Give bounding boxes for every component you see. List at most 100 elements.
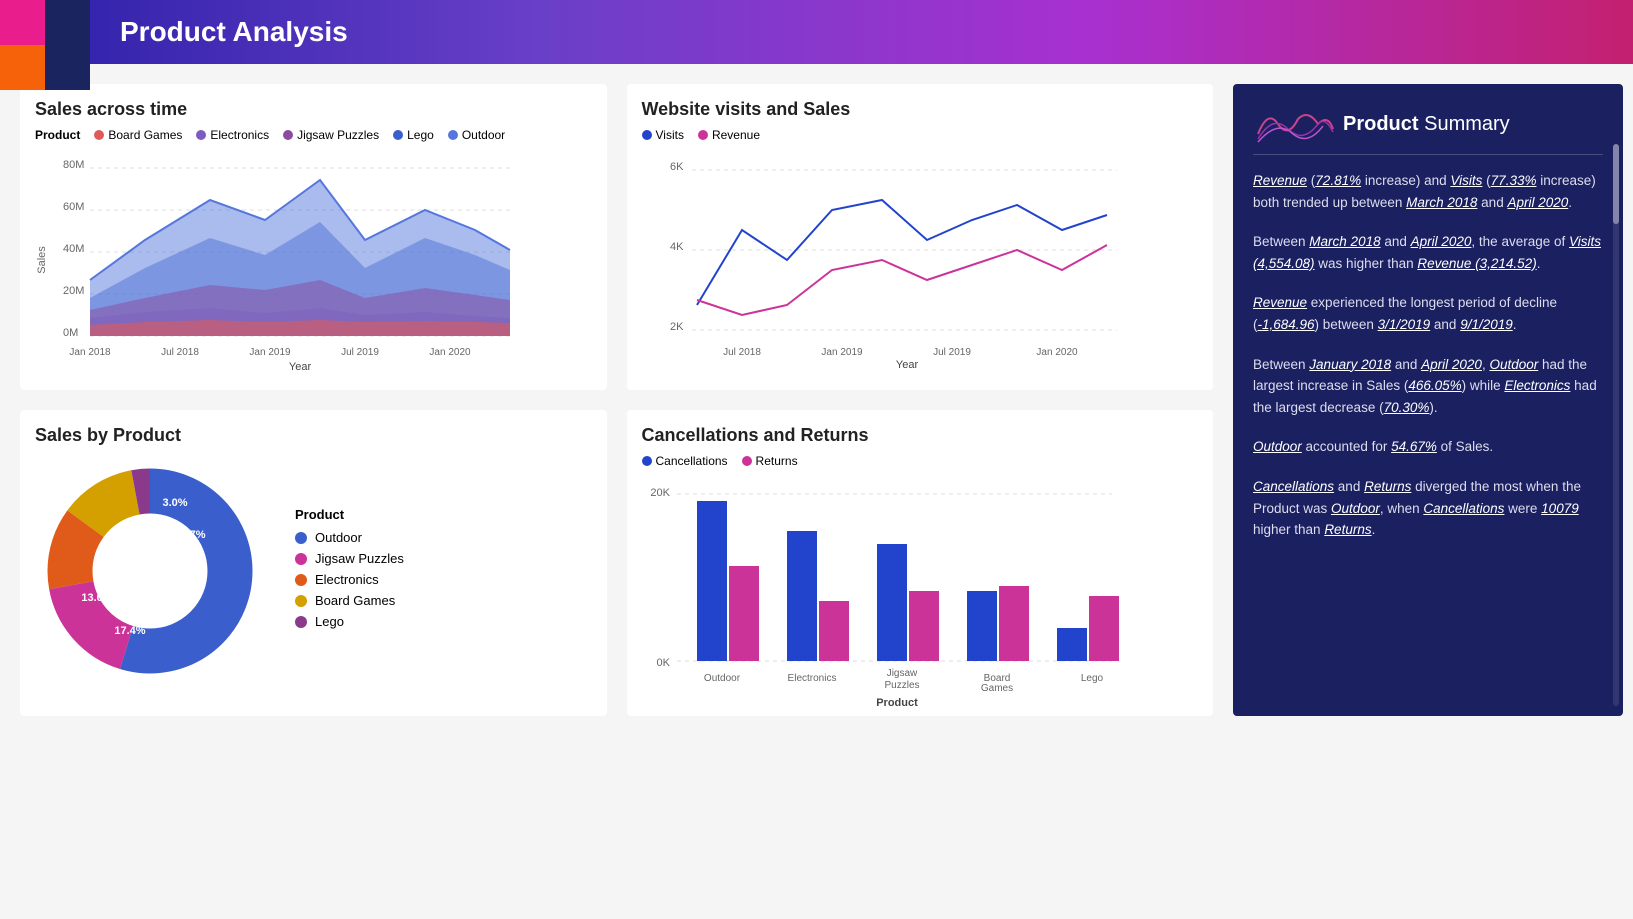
legend-outdoor: Outdoor (448, 128, 505, 142)
pie-jigsaw-label: Jigsaw Puzzles (315, 551, 404, 566)
cx-label: Product (876, 697, 918, 709)
cancellations-chart: Cancellations and Returns Cancellations … (627, 410, 1214, 716)
legend-returns: Returns (742, 454, 798, 468)
link-7030: 70.30% (1384, 400, 1430, 415)
logo-orange (0, 45, 45, 90)
legend-boardgames: Board Games (94, 128, 182, 142)
link-visits-1: Visits (1450, 173, 1482, 188)
returns-dot (742, 456, 752, 466)
link-revenue-avg: Revenue (3,214.52) (1417, 256, 1536, 271)
scrollbar-track (1613, 144, 1619, 706)
cx-jigsaw2: Puzzles (884, 680, 919, 691)
revenue-line (697, 245, 1107, 315)
logo-pink (0, 0, 45, 45)
lego-returns-bar (1089, 596, 1119, 661)
legend-lego: Lego (393, 128, 434, 142)
visits-label: Visits (656, 128, 684, 142)
link-revenue-2: Revenue (1253, 295, 1307, 310)
lego-cancel-bar (1057, 628, 1087, 661)
visits-legend: Visits Revenue (642, 128, 1199, 142)
main-content: Sales across time Product Board Games El… (0, 64, 1633, 736)
link-electronics-4: Electronics (1504, 378, 1570, 393)
legend-visits: Visits (642, 128, 684, 142)
jigsaw-dot (283, 130, 293, 140)
jigsaw-label: Jigsaw Puzzles (297, 128, 379, 142)
pie-electronics: Electronics (295, 572, 404, 587)
link-apr2020-4: April 2020 (1421, 357, 1482, 372)
visits-svg: 6K 4K 2K Jul 2018 Jan 2019 Jul 2019 Jan … (642, 150, 1122, 370)
link-apr2020-1: April 2020 (1507, 195, 1568, 210)
cancel-dot (642, 456, 652, 466)
pie-outdoor-label: Outdoor (315, 530, 362, 545)
vy-4k: 4K (670, 241, 684, 253)
bg-returns-bar (999, 586, 1029, 661)
lego-label: Lego (407, 128, 434, 142)
pie-lego-label: Lego (315, 614, 344, 629)
cx-jigsaw1: Jigsaw (886, 668, 917, 679)
sales-time-svg: 80M 60M 40M 20M 0M Sales (35, 150, 515, 370)
pie-jigsaw-dot (295, 553, 307, 565)
x-axis-label: Year (289, 361, 312, 373)
x-jan2019: Jan 2019 (249, 347, 291, 358)
scrollbar-thumb[interactable] (1613, 144, 1619, 224)
returns-label: Returns (756, 454, 798, 468)
cancellations-title: Cancellations and Returns (642, 425, 1199, 446)
link-mar2018: March 2018 (1406, 195, 1477, 210)
legend-product-label: Product (35, 128, 80, 142)
link-7281: 72.81% (1315, 173, 1361, 188)
summary-para-3: Revenue experienced the longest period o… (1253, 292, 1603, 335)
website-visits-chart: Website visits and Sales Visits Revenue … (627, 84, 1214, 390)
vx-jan2019: Jan 2019 (821, 347, 863, 358)
link-returns-6b: Returns (1324, 522, 1371, 537)
sales-chart-title: Sales across time (35, 99, 592, 120)
link-mar2018-2: March 2018 (1309, 234, 1380, 249)
link-7733: 77.33% (1491, 173, 1537, 188)
cx-electronics: Electronics (787, 673, 836, 684)
link-jan2018-4: January 2018 (1309, 357, 1391, 372)
vx-jul2018: Jul 2018 (723, 347, 761, 358)
summary-para-2: Between March 2018 and April 2020, the a… (1253, 231, 1603, 274)
cx-outdoor: Outdoor (703, 673, 740, 684)
boardgames-dot (94, 130, 104, 140)
link-9-1-2019: 9/1/2019 (1460, 317, 1513, 332)
pie-electronics-dot (295, 574, 307, 586)
visits-dot (642, 130, 652, 140)
legend-electronics: Electronics (196, 128, 269, 142)
pie-legend: Product Outdoor Jigsaw Puzzles Electroni… (295, 507, 404, 635)
summary-para-5: Outdoor accounted for 54.67% of Sales. (1253, 436, 1603, 458)
pie-lego-dot (295, 616, 307, 628)
elec-returns-bar (819, 601, 849, 661)
logo-dark1 (45, 0, 90, 45)
summary-para-6: Cancellations and Returns diverged the m… (1253, 476, 1603, 541)
x-jan2018: Jan 2018 (69, 347, 111, 358)
vy-6k: 6K (670, 161, 684, 173)
lego-pct: 3.0% (162, 497, 187, 509)
y-80m: 80M (63, 159, 84, 171)
link-cancel-6: Cancellations (1253, 479, 1334, 494)
charts-top-row: Sales across time Product Board Games El… (20, 84, 1213, 390)
vx-label: Year (895, 359, 918, 371)
link-outdoor-5: Outdoor (1253, 439, 1302, 454)
revenue-dot (698, 130, 708, 140)
outdoor-label: Outdoor (462, 128, 505, 142)
pie-jigsaw: Jigsaw Puzzles (295, 551, 404, 566)
legend-revenue: Revenue (698, 128, 760, 142)
outdoor-pct: 54.7% (174, 529, 205, 541)
pie-svg: 54.7% 17.4% 13.0% 12.0% 3.0% (35, 456, 265, 686)
page-title: Product Analysis (120, 16, 348, 48)
sales-by-product-chart: Sales by Product (20, 410, 607, 716)
y-axis-label: Sales (36, 246, 48, 274)
link-apr2020-2: April 2020 (1411, 234, 1472, 249)
cx-lego: Lego (1080, 673, 1103, 684)
jigsaw-pct: 17.4% (114, 625, 145, 637)
y-0m: 0M (63, 327, 78, 339)
outdoor-dot (448, 130, 458, 140)
summary-para-4: Between January 2018 and April 2020, Out… (1253, 354, 1603, 419)
link-10079: 10079 (1541, 501, 1579, 516)
summary-para-1: Revenue (72.81% increase) and Visits (77… (1253, 170, 1603, 213)
pie-legend-title: Product (295, 507, 404, 522)
legend-cancellations: Cancellations (642, 454, 728, 468)
visits-line (697, 200, 1107, 305)
logo-dark2 (45, 45, 90, 90)
pie-boardgames-dot (295, 595, 307, 607)
